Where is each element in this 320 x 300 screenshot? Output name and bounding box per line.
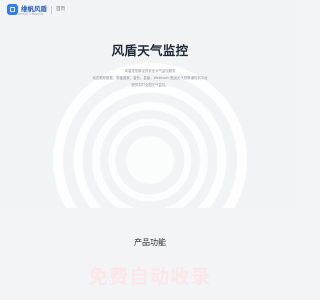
watermark-text: 免费自动收录 <box>88 266 212 288</box>
brand-name: 维帆风盾 <box>21 5 47 13</box>
shield-icon <box>7 4 18 15</box>
nav-home-link[interactable]: 首页 <box>56 6 65 12</box>
features-section-title: 产品功能 <box>134 238 166 247</box>
top-header: 维帆风盾 WEIFAN · FENGDUN 首页 <box>0 0 300 20</box>
header-divider <box>51 6 52 14</box>
hero-background-rings <box>53 63 247 208</box>
hero-description-line: 动态跟踪数据，覆盖国家、省份、县级，Webhook 推送天气预警通知到平台 <box>92 76 208 80</box>
hero-title: 风盾天气监控 <box>111 43 189 58</box>
hero-section: 维帆风盾 WEIFAN · FENGDUN 首页 风盾天气监控 风盾是您最佳的安… <box>0 0 300 208</box>
hero-description-line: 提供实时全国天气监控。 <box>131 83 169 87</box>
hero-description: 风盾是您最佳的安全天气监控服务 动态跟踪数据，覆盖国家、省份、县级，Webhoo… <box>80 68 220 89</box>
hero-description-line: 风盾是您最佳的安全天气监控服务 <box>124 69 176 73</box>
brand-subtext: WEIFAN · FENGDUN <box>18 13 43 16</box>
